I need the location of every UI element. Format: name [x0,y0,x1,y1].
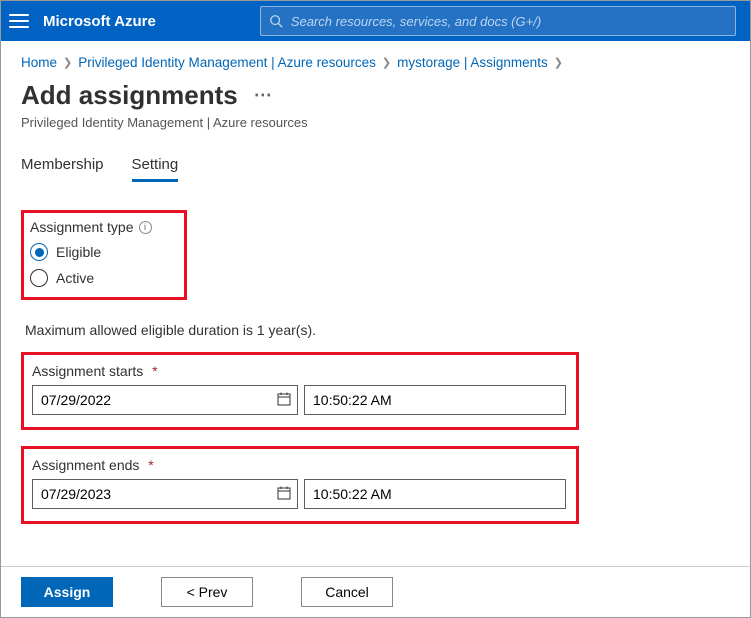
search-icon [269,14,283,28]
assignment-ends-label: Assignment ends * [32,457,566,473]
main-content: Add assignments ⋯ Privileged Identity Ma… [1,70,750,524]
page-title: Add assignments ⋯ [21,80,730,111]
page-subtitle: Privileged Identity Management | Azure r… [21,115,730,130]
starts-time-input[interactable] [304,385,566,415]
footer-actions: Assign < Prev Cancel [1,566,750,617]
assignment-starts-label: Assignment starts * [32,363,566,379]
menu-icon[interactable] [9,11,29,31]
assignment-starts-group: Assignment starts * [21,352,579,430]
page-title-text: Add assignments [21,80,238,111]
ends-time-input[interactable] [304,479,566,509]
radio-icon [30,269,48,287]
radio-active-label: Active [56,270,94,286]
info-icon[interactable]: i [139,221,152,234]
breadcrumb: Home ❯ Privileged Identity Management | … [1,41,750,70]
crumb-pim[interactable]: Privileged Identity Management | Azure r… [78,55,376,70]
chevron-right-icon: ❯ [382,56,391,69]
top-bar: Microsoft Azure Search resources, servic… [1,1,750,41]
duration-note: Maximum allowed eligible duration is 1 y… [25,322,730,338]
tab-membership[interactable]: Membership [21,156,104,182]
assignment-type-label: Assignment type i [30,219,172,235]
more-icon[interactable]: ⋯ [254,85,274,106]
chevron-right-icon: ❯ [554,56,563,69]
cancel-button[interactable]: Cancel [301,577,393,607]
assignment-type-group: Assignment type i Eligible Active [21,210,187,300]
radio-icon [30,243,48,261]
radio-eligible-label: Eligible [56,244,101,260]
radio-eligible[interactable]: Eligible [30,243,172,261]
search-input[interactable]: Search resources, services, and docs (G+… [260,6,736,36]
crumb-resource[interactable]: mystorage | Assignments [397,55,548,70]
crumb-home[interactable]: Home [21,55,57,70]
prev-button[interactable]: < Prev [161,577,253,607]
assign-button[interactable]: Assign [21,577,113,607]
required-asterisk: * [148,363,157,379]
chevron-right-icon: ❯ [63,56,72,69]
ends-date-input[interactable] [32,479,298,509]
required-asterisk: * [144,457,153,473]
tab-setting[interactable]: Setting [132,156,179,182]
tabs: Membership Setting [21,156,730,182]
brand-label: Microsoft Azure [43,13,156,30]
assignment-ends-group: Assignment ends * [21,446,579,524]
search-placeholder: Search resources, services, and docs (G+… [291,14,541,29]
radio-active[interactable]: Active [30,269,172,287]
starts-date-input[interactable] [32,385,298,415]
